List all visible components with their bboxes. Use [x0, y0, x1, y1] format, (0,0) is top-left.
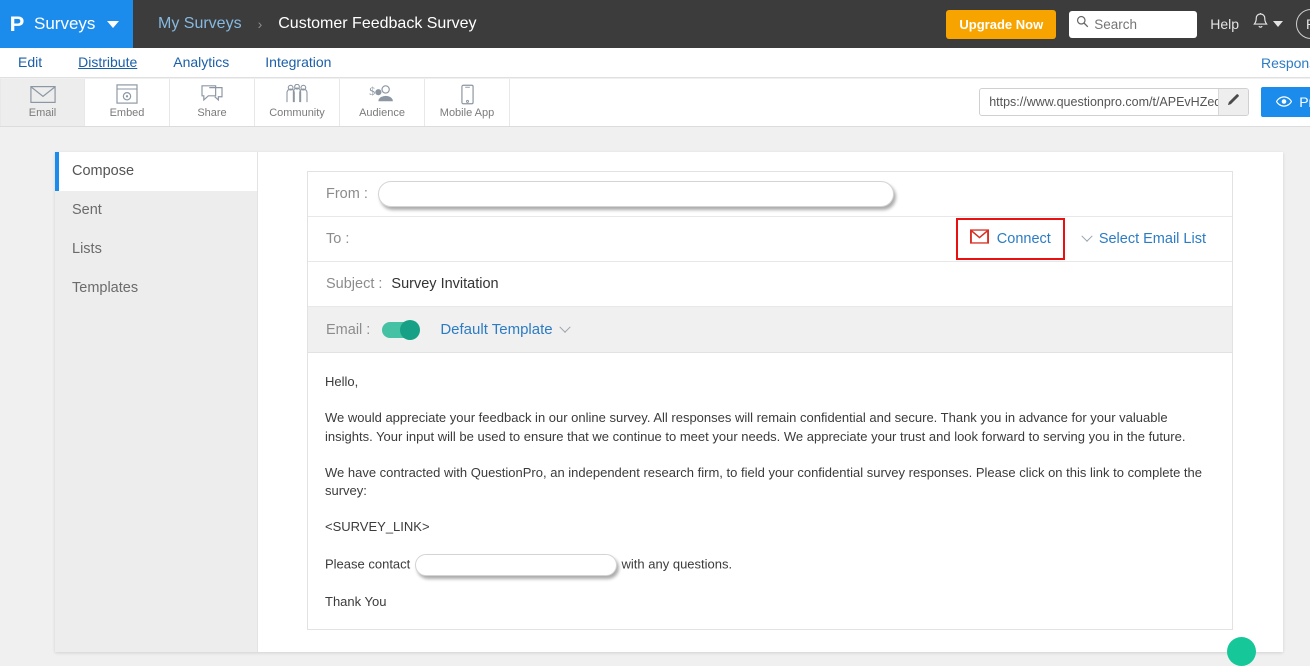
notifications-menu[interactable]: [1252, 12, 1283, 36]
pencil-icon: [1227, 93, 1240, 111]
mobile-icon: [460, 82, 474, 106]
body-paragraph-1: We would appreciate your feedback in our…: [325, 409, 1186, 444]
contact-email-input[interactable]: [414, 554, 617, 577]
channel-mobile-app[interactable]: Mobile App: [425, 79, 510, 126]
from-label: From :: [326, 186, 368, 202]
preview-button-label: Preview: [1299, 94, 1310, 110]
questionpro-logo-icon: P: [9, 12, 25, 36]
community-icon: [284, 82, 310, 106]
responses-link[interactable]: Responses: [1261, 55, 1310, 71]
template-dropdown[interactable]: Default Template: [440, 321, 571, 338]
distribution-channel-bar: Email Embed Share Community $ Audience M…: [0, 79, 1310, 127]
preview-button[interactable]: Preview: [1261, 87, 1310, 117]
breadcrumb-my-surveys[interactable]: My Surveys: [158, 15, 242, 33]
subject-label: Subject :: [326, 276, 383, 292]
channel-share-label: Share: [197, 107, 227, 119]
search-box[interactable]: [1069, 10, 1198, 38]
tab-distribute[interactable]: Distribute: [60, 48, 155, 77]
survey-url-box[interactable]: https://www.questionpro.com/t/APEvHZeq: [979, 88, 1250, 116]
section-nav-bar: Edit Distribute Analytics Integration Re…: [0, 48, 1310, 78]
survey-url-area: https://www.questionpro.com/t/APEvHZeq P…: [979, 87, 1310, 117]
from-input[interactable]: [377, 181, 894, 207]
channel-community[interactable]: Community: [255, 79, 340, 126]
top-bar: P Surveys My Surveys › Customer Feedback…: [0, 0, 1310, 48]
help-link[interactable]: Help: [1210, 16, 1239, 32]
email-toggle[interactable]: [382, 319, 421, 340]
chevron-down-icon: [1273, 21, 1283, 27]
gmail-icon: [969, 229, 989, 249]
page-body: Compose Sent Lists Templates From : To :: [0, 127, 1310, 666]
select-email-list-dropdown[interactable]: Select Email List: [1081, 230, 1214, 247]
to-row-actions: Connect Select Email List: [955, 218, 1214, 260]
channel-embed[interactable]: Embed: [85, 79, 170, 126]
email-body[interactable]: Hello, We would appreciate your feedback…: [308, 353, 1232, 612]
from-row: From :: [308, 172, 1232, 217]
top-bar-actions: Upgrade Now Help R: [946, 9, 1310, 39]
tab-analytics[interactable]: Analytics: [155, 48, 247, 77]
channel-mobile-app-label: Mobile App: [439, 107, 495, 119]
channel-community-label: Community: [269, 107, 325, 119]
channel-embed-label: Embed: [109, 107, 145, 119]
brand-surveys-menu[interactable]: P Surveys: [0, 0, 133, 48]
search-icon: [1076, 15, 1089, 33]
channel-email-label: Email: [28, 107, 57, 119]
channel-audience-label: Audience: [359, 107, 405, 119]
subject-input[interactable]: Survey Invitation: [391, 276, 498, 292]
breadcrumb: My Surveys › Customer Feedback Survey: [158, 15, 477, 33]
chevron-down-icon: [558, 321, 571, 333]
gmail-connect-label: Connect: [996, 231, 1051, 247]
edit-url-button[interactable]: [1218, 89, 1249, 115]
compose-panel: From : To : Connect Select Email List Su…: [258, 152, 1283, 666]
to-label: To :: [326, 231, 350, 247]
toggle-knob: [400, 319, 421, 340]
channel-audience[interactable]: $ Audience: [340, 79, 425, 126]
template-dropdown-label: Default Template: [440, 321, 553, 338]
sidebar-item-templates[interactable]: Templates: [55, 269, 257, 308]
brand-label: Surveys: [34, 14, 96, 33]
body-survey-link-token: <SURVEY_LINK>: [325, 519, 430, 535]
body-greeting: Hello,: [325, 374, 359, 389]
email-label: Email :: [326, 321, 371, 338]
breadcrumb-separator-icon: ›: [257, 16, 263, 32]
breadcrumb-current-survey: Customer Feedback Survey: [278, 15, 477, 32]
email-template-row: Email : Default Template: [308, 307, 1232, 353]
sidebar-item-sent[interactable]: Sent: [55, 191, 257, 230]
section-tabs: Edit Distribute Analytics Integration: [0, 48, 349, 77]
select-email-list-label: Select Email List: [1098, 231, 1206, 247]
upgrade-now-button[interactable]: Upgrade Now: [946, 9, 1057, 39]
body-contact-suffix: with any questions.: [621, 556, 733, 572]
email-distribution-card: Compose Sent Lists Templates From : To :: [55, 152, 1283, 666]
sidebar-item-lists[interactable]: Lists: [55, 230, 257, 269]
share-icon: [200, 82, 224, 106]
compose-sidebar: Compose Sent Lists Templates: [55, 152, 258, 652]
body-contact-line: Please contact with any questions.: [325, 554, 1210, 577]
svg-text:$: $: [369, 84, 375, 98]
gmail-connect-button[interactable]: Connect: [955, 218, 1065, 260]
body-paragraph-2: We have contracted with QuestionPro, an …: [325, 464, 1202, 499]
search-input[interactable]: [1094, 16, 1191, 32]
chevron-down-icon: [1081, 230, 1093, 242]
eye-icon: [1276, 94, 1293, 110]
channel-email[interactable]: Email: [0, 79, 85, 126]
body-closing: Thank You: [325, 594, 387, 610]
compose-form: From : To : Connect Select Email List Su…: [307, 171, 1256, 666]
tab-integration[interactable]: Integration: [247, 48, 349, 77]
sidebar-item-compose[interactable]: Compose: [55, 152, 257, 191]
avatar[interactable]: R: [1296, 9, 1310, 39]
chevron-down-icon: [107, 20, 120, 28]
to-row: To : Connect Select Email List: [308, 217, 1232, 262]
bell-icon: [1252, 12, 1269, 36]
tab-edit[interactable]: Edit: [0, 48, 60, 77]
embed-icon: [116, 82, 138, 106]
audience-icon: $: [368, 82, 396, 106]
channel-share[interactable]: Share: [170, 79, 255, 126]
help-chat-button[interactable]: [1227, 637, 1256, 666]
body-contact-prefix: Please contact: [325, 556, 411, 572]
survey-url-input[interactable]: https://www.questionpro.com/t/APEvHZeq: [980, 89, 1218, 115]
subject-row: Subject : Survey Invitation: [308, 262, 1232, 307]
envelope-icon: [29, 82, 56, 106]
